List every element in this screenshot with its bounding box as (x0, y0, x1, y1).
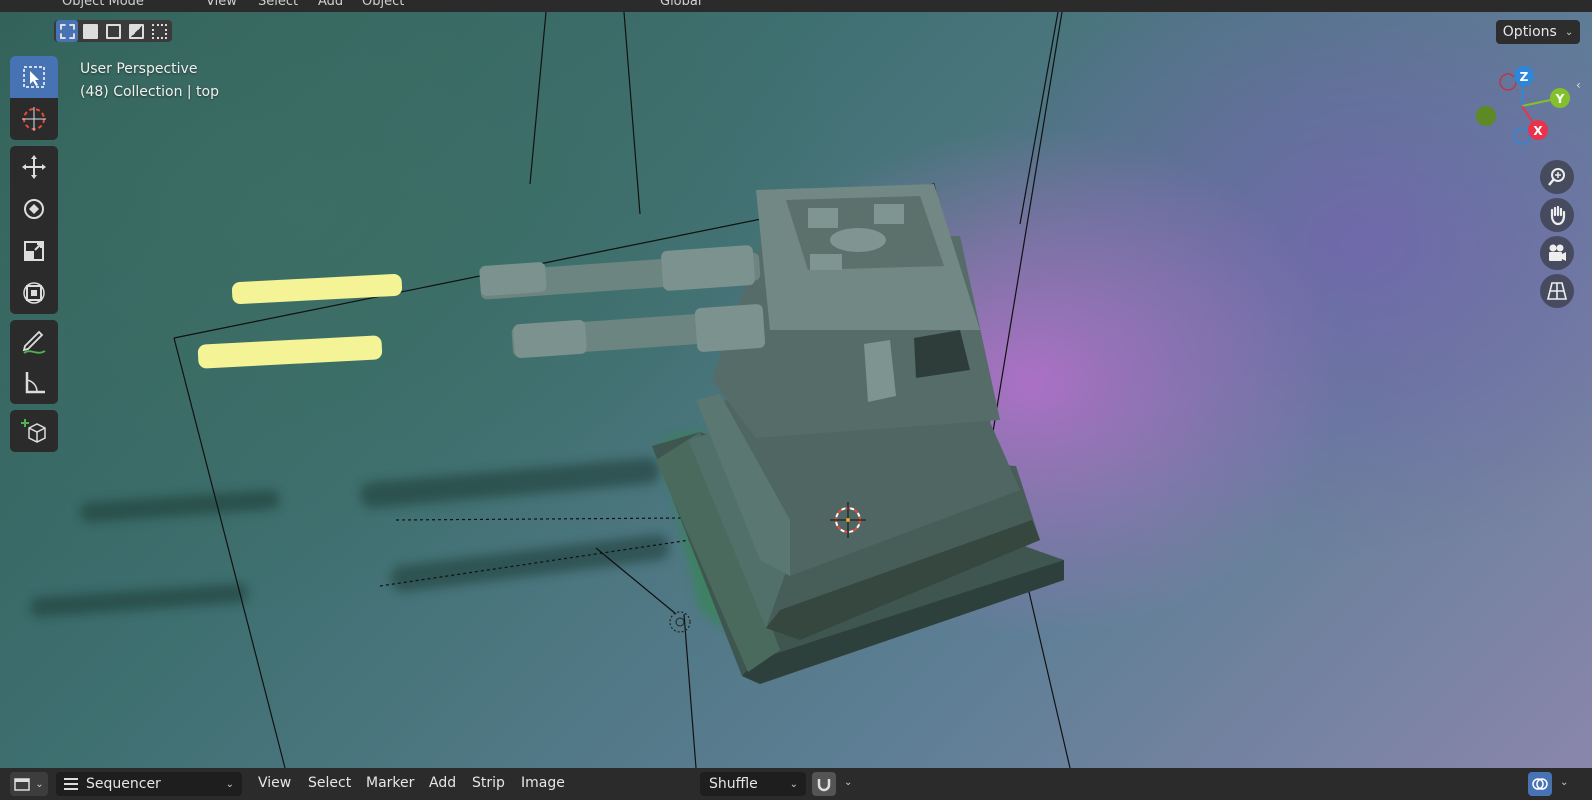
navigation-buttons (1540, 160, 1576, 312)
snap-options-chevron-icon[interactable]: ⌄ (844, 777, 852, 788)
chevron-down-icon: ⌄ (35, 778, 44, 790)
view-name: User Perspective (80, 61, 198, 77)
grid-perspective-icon (1546, 282, 1568, 300)
light-origin-marker (669, 611, 691, 633)
top-header: Object Mode View Select Add Object Globa… (0, 0, 1592, 12)
camera-icon (1549, 244, 1566, 261)
menu-object[interactable]: Object (362, 0, 404, 9)
magnet-icon (817, 779, 831, 792)
seq-menu-add[interactable]: Add (429, 775, 456, 791)
pan-button[interactable] (1540, 198, 1574, 232)
view-type-label: Sequencer (86, 776, 161, 792)
cursor-tool[interactable] (10, 98, 58, 140)
seq-menu-strip[interactable]: Strip (472, 775, 505, 791)
options-dropdown[interactable]: Options ⌄ (1496, 20, 1580, 44)
neg-y-axis-icon[interactable] (1476, 106, 1496, 126)
transform-tool[interactable] (10, 272, 58, 314)
options-label: Options (1502, 24, 1557, 40)
view-type-dropdown[interactable]: Sequencer ⌄ (56, 772, 242, 796)
neg-z-axis-icon[interactable] (1513, 127, 1531, 145)
viewport-info: User Perspective (48) Collection | top (80, 58, 219, 104)
chevron-down-icon: ⌄ (789, 778, 798, 790)
move-icon (22, 155, 46, 179)
overlap-mode-dropdown[interactable]: Shuffle ⌄ (700, 772, 806, 796)
seq-menu-image[interactable]: Image (521, 775, 565, 791)
select-extend-button[interactable] (79, 20, 101, 42)
overlay-icon (1532, 778, 1548, 790)
collection-info: (48) Collection | top (80, 84, 219, 100)
select-intersect-button[interactable] (148, 20, 170, 42)
seq-menu-view[interactable]: View (258, 775, 291, 791)
add-cube-icon (21, 419, 46, 443)
3d-viewport[interactable]: ‹ (0, 12, 1592, 768)
seq-menu-select[interactable]: Select (308, 775, 351, 791)
light-strips (197, 273, 403, 369)
add-cube-tool[interactable] (10, 410, 58, 452)
tool-shelf (10, 56, 58, 458)
annotate-tool[interactable] (10, 320, 58, 362)
menu-view[interactable]: View (206, 0, 237, 9)
y-axis-label: Y (1555, 92, 1565, 106)
menu-add[interactable]: Add (318, 0, 343, 9)
editor-type-button[interactable]: ⌄ (10, 772, 48, 796)
overlap-mode-label: Shuffle (709, 776, 758, 792)
chevron-down-icon: ⌄ (225, 778, 234, 790)
perspective-toggle-button[interactable] (1540, 274, 1574, 308)
select-new-button[interactable] (56, 20, 78, 42)
select-subtract-button[interactable] (102, 20, 124, 42)
measure-icon (25, 372, 45, 394)
snap-toggle-button[interactable] (812, 772, 836, 796)
zoom-button[interactable] (1540, 160, 1574, 194)
x-axis-label: X (1533, 124, 1543, 138)
menu-select[interactable]: Select (258, 0, 298, 9)
scale-icon (24, 241, 44, 261)
chevron-down-icon: ⌄ (1564, 26, 1574, 38)
rotate-tool[interactable] (10, 188, 58, 230)
select-box-icon (23, 66, 45, 88)
select-invert-button[interactable] (125, 20, 147, 42)
zoom-icon (1548, 168, 1565, 186)
sequencer-header: ⌄ Sequencer ⌄ View Select Marker Add Str… (0, 768, 1592, 800)
move-tool[interactable] (10, 146, 58, 188)
scene-render (30, 12, 1071, 768)
scale-tool[interactable] (10, 230, 58, 272)
rotate-icon (24, 199, 44, 219)
select-box-tool[interactable] (10, 56, 58, 98)
sequencer-icon (64, 778, 78, 790)
overlay-options-chevron-icon[interactable]: ⌄ (1560, 777, 1568, 788)
object-mode-dropdown[interactable]: Object Mode (62, 0, 144, 9)
editor-type-icon (14, 778, 31, 791)
measure-tool[interactable] (10, 362, 58, 404)
annotate-icon (22, 330, 46, 354)
navigation-gizmo[interactable]: Z Y X (1460, 60, 1580, 160)
turret-shadow (30, 430, 760, 640)
transform-orientation-dropdown[interactable]: Global (660, 0, 701, 9)
neg-x-axis-icon[interactable] (1499, 73, 1517, 91)
transform-icon (23, 282, 45, 304)
overlay-toggle-button[interactable] (1528, 772, 1552, 796)
cursor-icon (22, 107, 46, 131)
camera-view-button[interactable] (1540, 236, 1574, 270)
hand-icon (1550, 205, 1566, 226)
seq-menu-marker[interactable]: Marker (366, 775, 414, 791)
selection-mode-group (54, 20, 172, 42)
z-axis-label: Z (1520, 70, 1529, 84)
